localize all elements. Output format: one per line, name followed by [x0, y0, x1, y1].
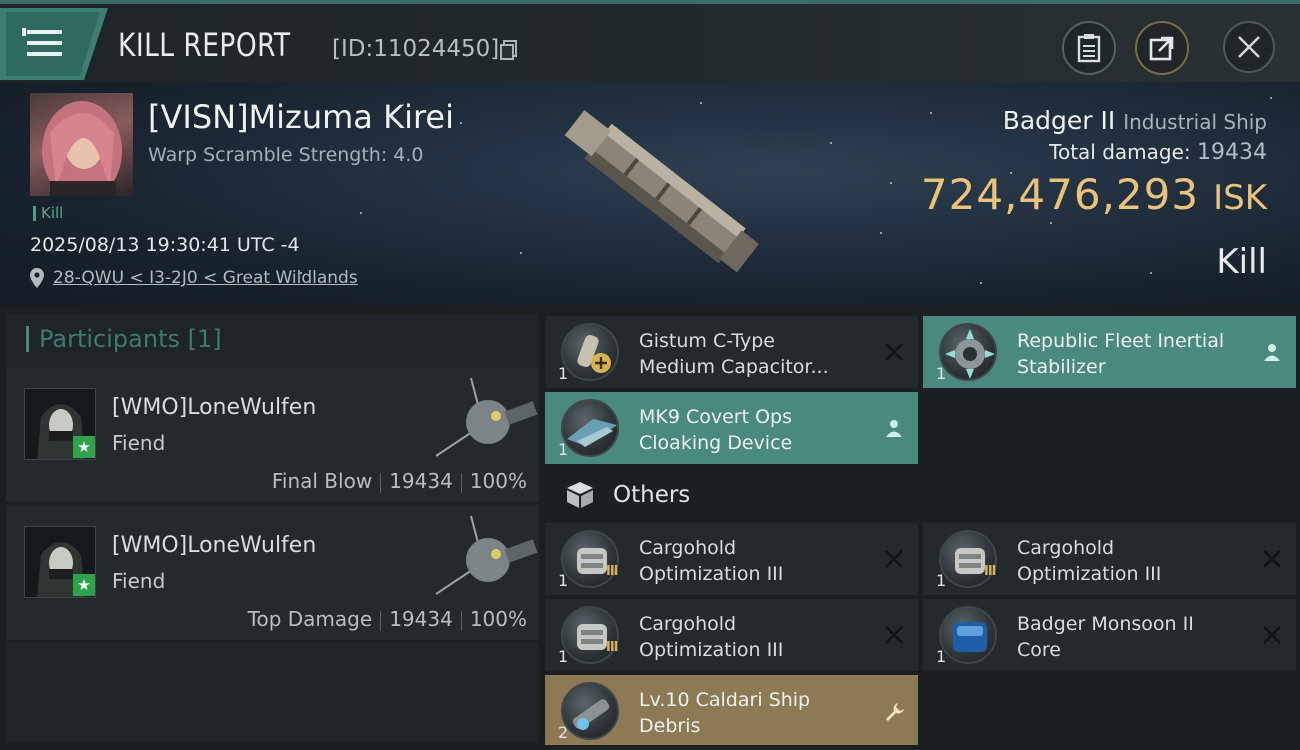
menu-button[interactable] — [0, 8, 108, 80]
participant-ship-image — [426, 376, 541, 466]
clipboard-icon — [1077, 34, 1101, 63]
star-badge-icon: ★ — [73, 574, 95, 596]
tier-badge: III — [606, 564, 618, 579]
cargohold-icon — [939, 530, 997, 588]
item-slot[interactable]: 1 Badger Monsoon II Core — [923, 599, 1296, 671]
victim-avatar[interactable] — [30, 93, 133, 196]
participant-role: Top Damage — [247, 607, 373, 631]
monsoon-core-icon — [939, 606, 997, 664]
destroyed-x-icon — [884, 342, 904, 362]
location-pin-icon — [30, 268, 44, 288]
star-badge-icon: ★ — [73, 436, 95, 458]
participants-panel: Participants [1] ★ [WMO]LoneWulfen Fiend… — [6, 314, 539, 742]
victim-ship[interactable]: Badger II Industrial Ship — [1003, 106, 1267, 135]
item-quantity: 1 — [558, 571, 569, 590]
item-quantity: 1 — [936, 364, 947, 383]
item-quantity: 2 — [558, 723, 569, 742]
participant-ship-image — [426, 514, 541, 604]
participant-name[interactable]: [WMO]LoneWulfen — [112, 533, 316, 558]
item-quantity: 1 — [558, 647, 569, 666]
item-name: Cargohold Optimization III — [1017, 537, 1162, 585]
outcome-label: Kill — [1216, 242, 1267, 282]
victim-banner: [VISN]Mizuma Kirei Warp Scramble Strengt… — [0, 82, 1300, 306]
participant-percent: 100% — [469, 469, 527, 493]
isk-unit: ISK — [1213, 178, 1267, 218]
debris-icon — [561, 682, 619, 740]
page-title: KILL REPORT — [118, 26, 291, 64]
participant-role: Final Blow — [271, 469, 373, 493]
ship-class: Industrial Ship — [1123, 110, 1267, 134]
result-tag: Kill — [33, 206, 63, 221]
cloak-icon — [561, 399, 619, 457]
report-id: [ID:11024450] — [332, 36, 500, 62]
cargohold-icon — [561, 606, 619, 664]
item-name: Cargohold Optimization III — [639, 613, 784, 661]
destroyed-x-icon — [884, 549, 904, 569]
share-icon — [1149, 36, 1174, 61]
destroyed-x-icon — [1262, 625, 1282, 645]
kill-timestamp: 2025/08/13 19:30:41 UTC -4 — [30, 234, 300, 256]
item-slot[interactable]: 2 Lv.10 Caldari Ship Debris — [545, 675, 918, 745]
dropped-person-icon — [884, 418, 904, 438]
location-link[interactable]: 28-QWU < I3-2J0 < Great Wildlands — [53, 268, 358, 288]
item-name: Republic Fleet Inertial Stabilizer — [1017, 330, 1225, 378]
total-damage: Total damage: 19434 — [1049, 140, 1267, 165]
item-slot[interactable]: 1 Republic Fleet Inertial Stabilizer — [923, 316, 1296, 388]
total-damage-label: Total damage: — [1049, 140, 1191, 164]
copy-icon[interactable] — [500, 40, 518, 60]
participants-header: Participants [1] — [26, 326, 222, 352]
victim-ship-image — [520, 82, 800, 306]
item-name: Badger Monsoon II Core — [1017, 613, 1194, 661]
item-slot[interactable]: III 1 Cargohold Optimization III — [545, 523, 918, 595]
participant-row[interactable]: ★ [WMO]LoneWulfen Fiend Top Damage 19434 1… — [6, 506, 539, 642]
item-name: Lv.10 Caldari Ship Debris — [639, 689, 811, 737]
victim-name[interactable]: [VISN]Mizuma Kirei — [148, 98, 454, 136]
isk-amount: 724,476,293 — [920, 170, 1200, 219]
ship-name: Badger II — [1002, 106, 1116, 135]
total-damage-value: 19434 — [1197, 140, 1267, 165]
item-name: Cargohold Optimization III — [639, 537, 784, 585]
others-label: Others — [613, 482, 691, 508]
item-quantity: 1 — [558, 364, 569, 383]
warp-scramble-strength: Warp Scramble Strength: 4.0 — [148, 144, 424, 166]
clipboard-button[interactable] — [1062, 21, 1116, 75]
tier-badge: III — [984, 564, 996, 579]
participant-percent: 100% — [469, 607, 527, 631]
item-quantity: 1 — [936, 571, 947, 590]
participant-ship: Fiend — [112, 569, 166, 593]
cargohold-icon — [561, 530, 619, 588]
capacitor-icon — [561, 323, 619, 381]
close-icon — [1238, 36, 1260, 58]
participant-stats: Top Damage 19434 100% — [248, 607, 527, 631]
participant-row[interactable]: ★ [WMO]LoneWulfen Fiend Final Blow 19434 1… — [6, 368, 539, 504]
item-slot[interactable]: III 1 Cargohold Optimization III — [923, 523, 1296, 595]
stabilizer-icon — [939, 323, 997, 381]
destroyed-x-icon — [1262, 549, 1282, 569]
participant-name[interactable]: [WMO]LoneWulfen — [112, 395, 316, 420]
item-quantity: 1 — [558, 440, 569, 459]
tier-badge: III — [606, 640, 618, 655]
item-name: MK9 Covert Ops Cloaking Device — [639, 406, 793, 454]
participant-ship: Fiend — [112, 431, 166, 455]
item-slot[interactable]: 1 MK9 Covert Ops Cloaking Device — [545, 392, 918, 464]
wrench-icon — [884, 701, 904, 721]
participants-count: [1] — [187, 325, 222, 353]
item-name: Gistum C-Type Medium Capacitor... — [639, 330, 829, 378]
participants-label: Participants — [39, 325, 180, 353]
isk-value: 724,476,293 ISK — [921, 170, 1267, 219]
top-bar: KILL REPORT [ID:11024450] — [0, 0, 1300, 82]
box-icon — [567, 482, 593, 508]
others-header: Others — [545, 470, 919, 522]
participant-damage: 19434 — [389, 607, 453, 631]
close-button[interactable] — [1223, 21, 1275, 73]
item-quantity: 1 — [936, 647, 947, 666]
share-button[interactable] — [1135, 21, 1189, 75]
participant-damage: 19434 — [389, 469, 453, 493]
item-slot[interactable]: III 1 Cargohold Optimization III — [545, 599, 918, 671]
destroyed-x-icon — [884, 625, 904, 645]
participant-stats: Final Blow 19434 100% — [272, 469, 527, 493]
item-slot[interactable]: 1 Gistum C-Type Medium Capacitor... — [545, 316, 918, 388]
dropped-person-icon — [1262, 342, 1282, 362]
